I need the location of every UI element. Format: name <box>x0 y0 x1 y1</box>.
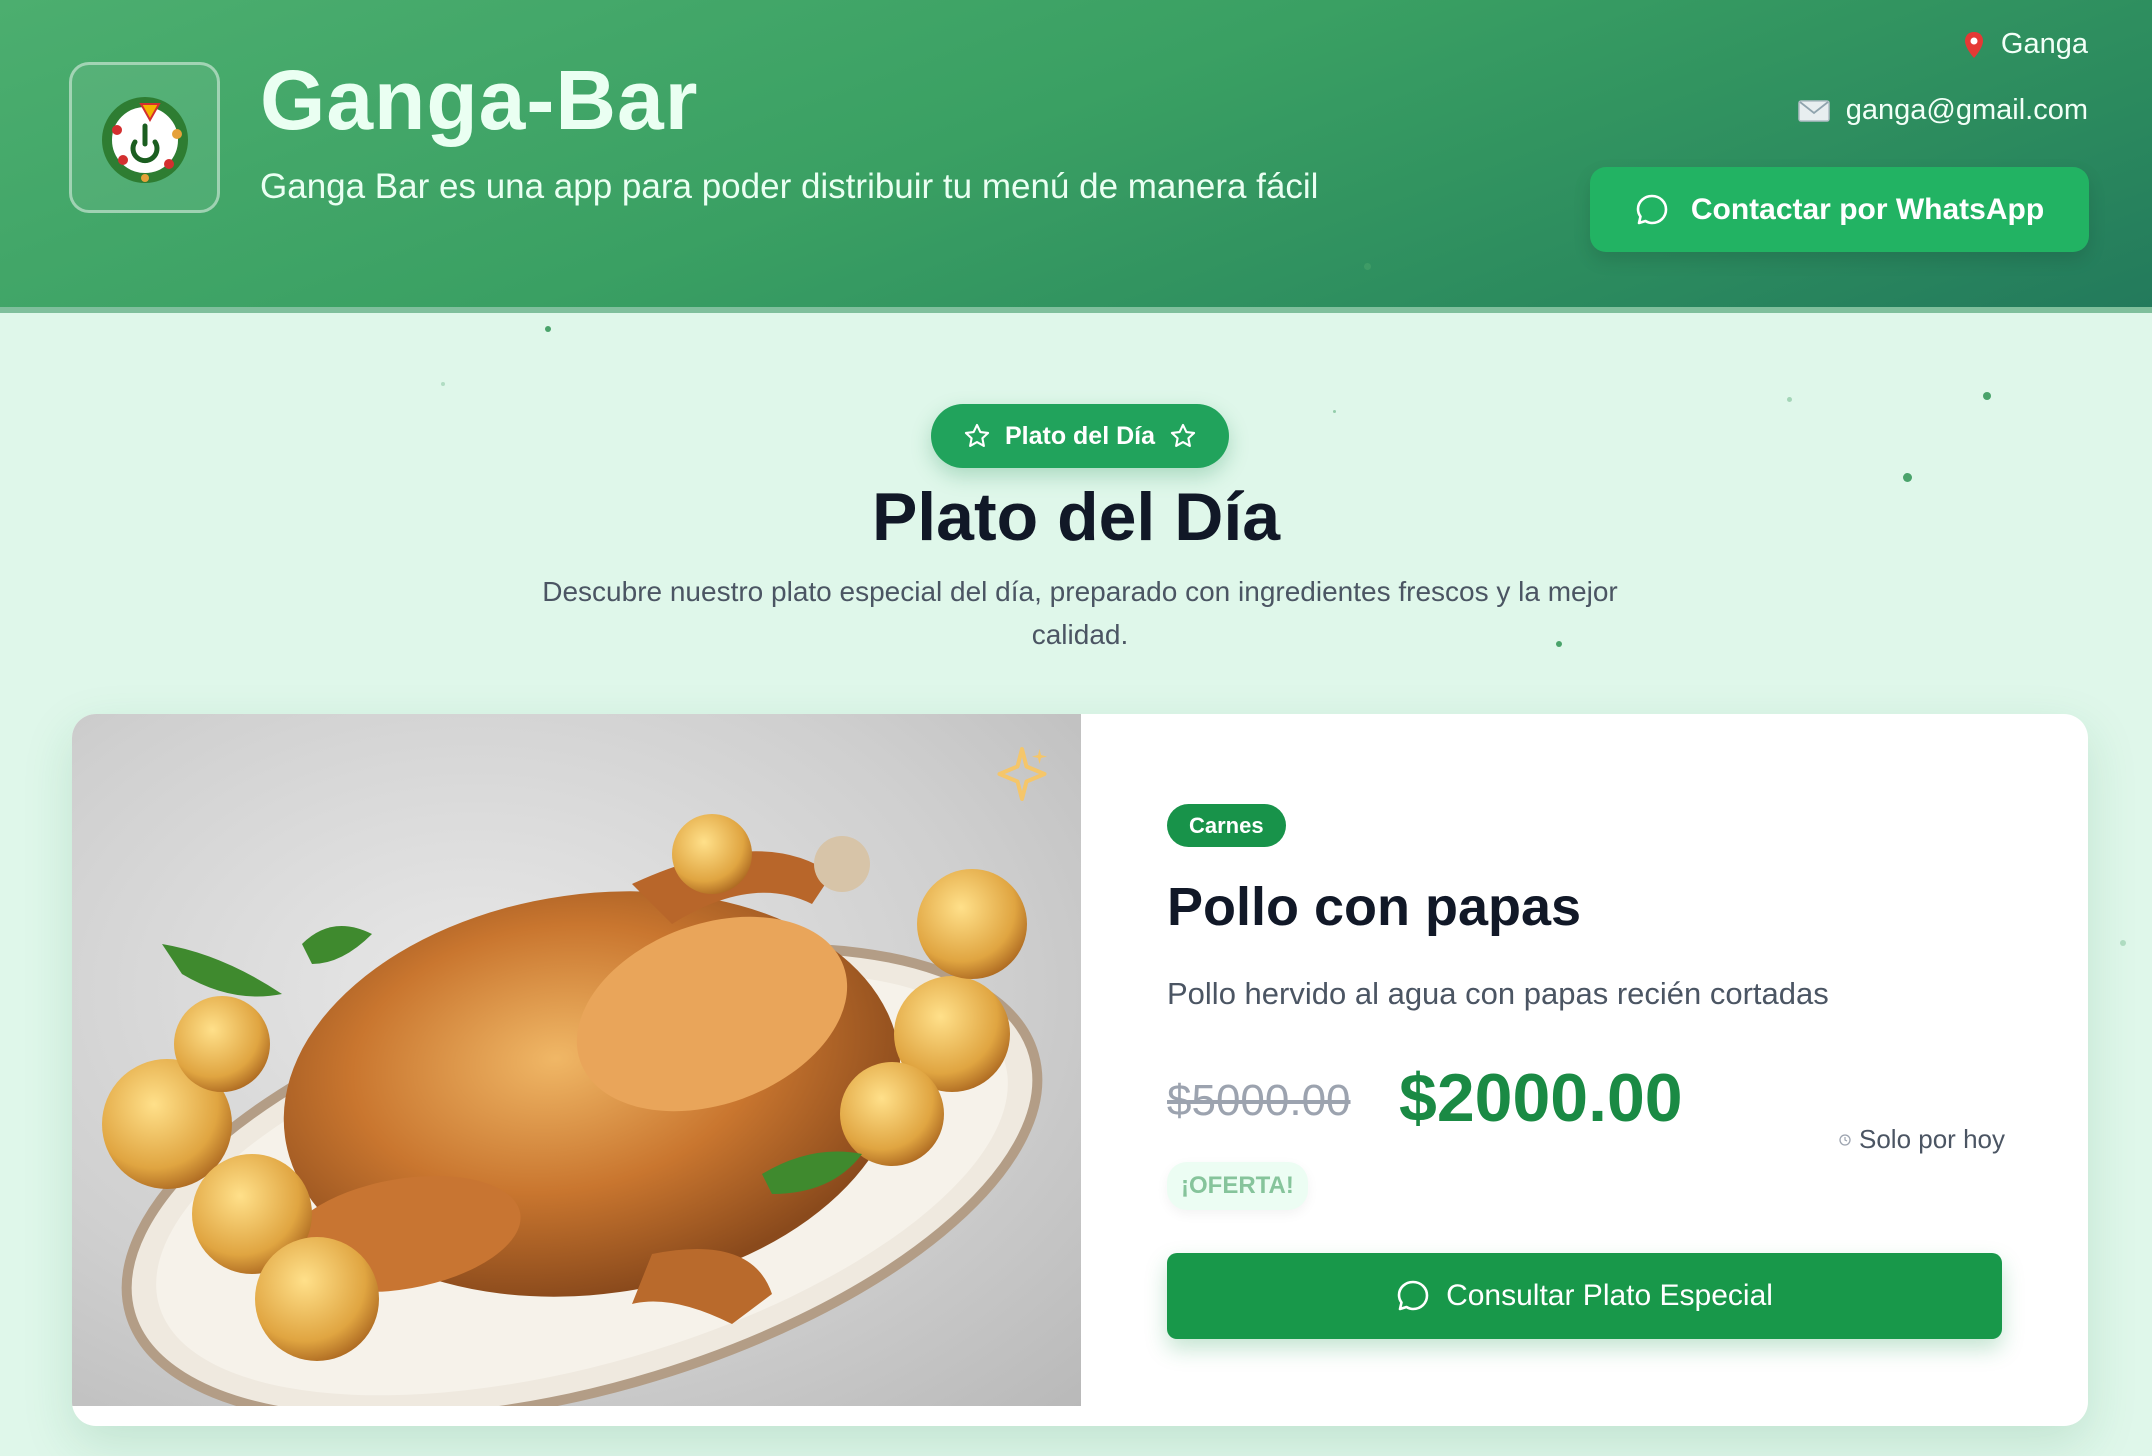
location-text: Ganga <box>2000 28 2088 60</box>
section-title: Plato del Día <box>871 479 1281 555</box>
pill-label: Plato del Día <box>1004 421 1156 450</box>
availability-note: Solo por hoy <box>1839 1124 2005 1155</box>
sparkle-icon <box>997 747 1047 801</box>
decorative-dot <box>1983 392 1991 400</box>
offer-badge: ¡OFERTA! <box>1167 1162 1308 1210</box>
offer-price: $2000.00 <box>1399 1060 1683 1136</box>
dish-description: Pollo hervido al agua con papas recién c… <box>1167 976 1829 1011</box>
clock-icon <box>1839 1133 1851 1146</box>
dish-name: Pollo con papas <box>1167 877 1582 937</box>
decorative-dot <box>1364 263 1371 270</box>
chat-bubble-icon <box>1636 194 1668 224</box>
roast-chicken-image <box>102 814 1043 1425</box>
decorative-dot <box>1333 410 1336 413</box>
whatsapp-contact-button[interactable]: Contactar por WhatsApp <box>1590 167 2089 252</box>
decorative-dot <box>545 326 551 332</box>
consult-dish-button[interactable]: Consultar Plato Especial <box>1167 1253 2002 1339</box>
category-badge: Carnes <box>1167 804 1286 847</box>
dish-photo <box>72 714 1081 1425</box>
chat-bubble-icon <box>1397 1280 1429 1311</box>
consult-button-label: Consultar Plato Especial <box>1446 1279 1773 1312</box>
site-header: Ganga-Bar Ganga Bar es una app para pode… <box>0 0 2152 313</box>
decorative-dot <box>2120 940 2126 946</box>
email-text[interactable]: ganga@gmail.com <box>1846 94 2088 127</box>
section-subtitle: Descubre nuestro plato especial del día,… <box>542 576 1618 650</box>
dish-info: Carnes Pollo con papas Pollo hervido al … <box>1081 714 2088 1426</box>
brand-tagline: Ganga Bar es una app para poder distribu… <box>260 167 1319 206</box>
decorative-dot <box>441 382 445 386</box>
star-icon <box>1170 423 1196 447</box>
dish-of-day-pill: Plato del Día <box>931 404 1229 468</box>
restaurant-logo-icon <box>101 96 188 183</box>
decorative-dot <box>1787 397 1792 402</box>
whatsapp-button-label: Contactar por WhatsApp <box>1690 192 2045 226</box>
brand-name: Ganga-Bar <box>260 53 699 147</box>
email-info[interactable]: ganga@gmail.com <box>1798 94 2088 127</box>
dish-card: Carnes Pollo con papas Pollo hervido al … <box>72 714 2088 1426</box>
envelope-icon <box>1798 99 1830 122</box>
location-info: Ganga <box>1963 28 2088 61</box>
original-price: $5000.00 <box>1167 1076 1351 1125</box>
availability-text: Solo por hoy <box>1859 1124 2005 1154</box>
logo[interactable] <box>69 62 220 213</box>
map-pin-icon <box>1964 31 1983 58</box>
star-icon <box>964 423 990 447</box>
